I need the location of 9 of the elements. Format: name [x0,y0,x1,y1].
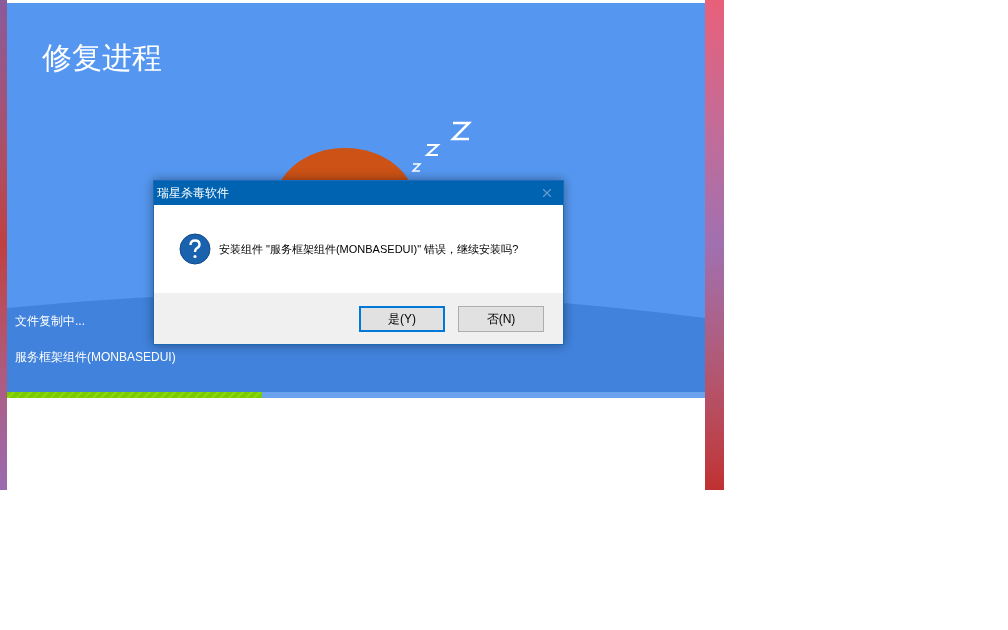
question-icon [179,233,211,265]
dialog-message: 安装组件 "服务框架组件(MONBASEDUI)" 错误，继续安装吗? [219,241,519,257]
close-icon[interactable] [540,186,554,200]
component-name: 服务框架组件(MONBASEDUI) [15,349,176,366]
window-title: 修复进程 [42,43,163,73]
dialog-title: 瑞星杀毒软件 [157,185,229,202]
dialog-button[interactable]: 否(N) [458,305,544,332]
status-text: 文件复制中... [15,313,85,330]
dialog-button[interactable]: 是(Y) [359,305,445,332]
